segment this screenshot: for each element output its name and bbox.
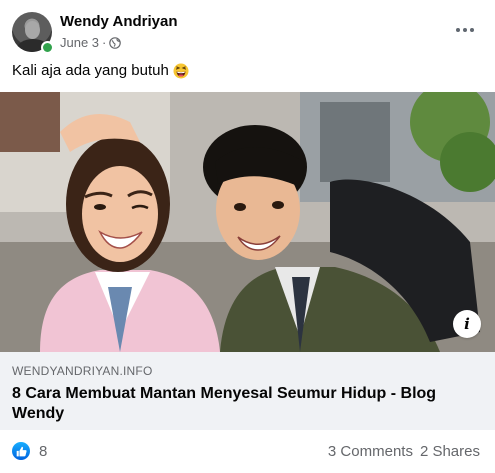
engagement-stats: 3 Comments 2 Shares [328, 443, 480, 460]
globe-icon[interactable] [109, 36, 122, 49]
thumbs-up-icon [16, 446, 27, 456]
online-status-dot [41, 41, 54, 54]
reactions-bar: 8 3 Comments 2 Shares [12, 440, 483, 462]
post-date[interactable]: June 3 [60, 35, 99, 50]
more-options-icon[interactable] [453, 18, 477, 42]
link-preview-card[interactable]: i WENDYANDRIYAN.INFO 8 Cara Membuat Mant… [0, 92, 495, 430]
preview-photo [0, 92, 495, 352]
link-domain: WENDYANDRIYAN.INFO [12, 364, 153, 378]
shares-count[interactable]: 2 Shares [420, 443, 480, 460]
post-header: Wendy Andriyan June 3 · [12, 12, 483, 54]
link-caption[interactable]: WENDYANDRIYAN.INFO 8 Cara Membuat Mantan… [0, 352, 495, 430]
meta-separator: · [102, 35, 107, 50]
post-meta: June 3 · [60, 35, 122, 50]
author-name[interactable]: Wendy Andriyan [60, 13, 178, 30]
post-message: Kali aja ada yang butuh [12, 62, 169, 79]
link-preview-image[interactable] [0, 92, 495, 352]
post-text: Kali aja ada yang butuh [12, 62, 189, 79]
like-count[interactable]: 8 [39, 443, 47, 460]
laughing-face-emoji-icon [173, 63, 189, 78]
avatar-face [25, 21, 40, 39]
like-icon[interactable] [12, 442, 30, 460]
info-icon[interactable]: i [453, 310, 481, 338]
comments-count[interactable]: 3 Comments [328, 443, 413, 460]
link-title[interactable]: 8 Cara Membuat Mantan Menyesal Seumur Hi… [12, 384, 482, 424]
info-label: i [464, 315, 470, 333]
